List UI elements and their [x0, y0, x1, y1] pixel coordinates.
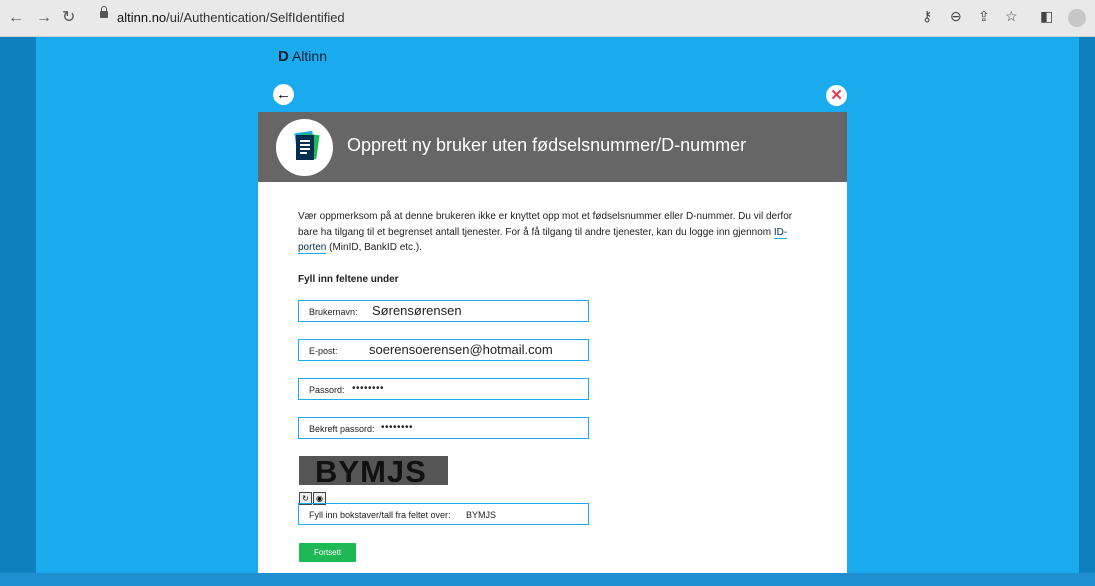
key-icon[interactable]: ⚷ — [922, 8, 932, 25]
card-body: Vær oppmerksom på at denne brukeren ikke… — [258, 182, 847, 285]
forward-arrow-icon[interactable]: → — [36, 8, 52, 28]
captcha-controls: ↻ ◉ — [299, 488, 327, 505]
lock-icon — [100, 6, 108, 18]
share-icon[interactable]: ⇪ — [978, 8, 990, 25]
signup-card: Opprett ny bruker uten fødselsnummer/D-n… — [258, 112, 847, 584]
continue-button[interactable]: Fortsett — [299, 543, 356, 562]
arrow-left-icon: ← — [276, 86, 291, 103]
reload-icon[interactable]: ↻ — [62, 8, 75, 28]
card-header: Opprett ny bruker uten fødselsnummer/D-n… — [258, 112, 847, 182]
info-text: Vær oppmerksom på at denne brukeren ikke… — [298, 211, 793, 254]
confirm-password-field[interactable]: Bekreft passord: •••••••• — [298, 417, 589, 439]
captcha-image: BYMJS — [299, 456, 448, 485]
altinn-logo-icon: D — [278, 48, 289, 65]
email-field[interactable]: E-post: soerensoerensen@hotmail.com — [298, 339, 589, 361]
star-icon[interactable]: ☆ — [1005, 8, 1018, 25]
username-value[interactable]: Sørensørensen — [372, 303, 462, 318]
back-arrow-icon[interactable]: ← — [8, 8, 24, 28]
captcha-input-value[interactable]: BYMJS — [466, 510, 496, 520]
url-text[interactable]: altinn.no/ui/Authentication/SelfIdentifi… — [117, 10, 345, 25]
document-icon — [276, 119, 333, 176]
confirm-password-value[interactable]: •••••••• — [381, 422, 413, 433]
captcha-field[interactable]: Fyll inn bokstaver/tall fra feltet over:… — [298, 503, 589, 525]
bottom-strip — [0, 573, 1095, 586]
close-button[interactable]: ✕ — [826, 85, 847, 106]
back-button[interactable]: ← — [273, 84, 294, 105]
altinn-logo[interactable]: D Altinn — [278, 48, 327, 65]
sidebar-icon[interactable]: ◧ — [1040, 8, 1053, 25]
section-title: Fyll inn feltene under — [298, 273, 399, 285]
email-value[interactable]: soerensoerensen@hotmail.com — [369, 342, 553, 357]
page-title: Opprett ny bruker uten fødselsnummer/D-n… — [347, 135, 747, 155]
page-background: D Altinn ← ✕ Opprett ny bruker uten føds… — [36, 37, 1079, 584]
browser-toolbar: ← → ↻ altinn.no/ui/Authentication/SelfId… — [0, 0, 1095, 37]
profile-avatar[interactable] — [1068, 9, 1086, 27]
username-field[interactable]: Brukernavn: Sørensørensen — [298, 300, 589, 322]
close-icon: ✕ — [830, 87, 843, 104]
password-value[interactable]: •••••••• — [352, 383, 384, 394]
password-field[interactable]: Passord: •••••••• — [298, 378, 589, 400]
zoom-icon[interactable]: ⊖ — [950, 8, 962, 25]
